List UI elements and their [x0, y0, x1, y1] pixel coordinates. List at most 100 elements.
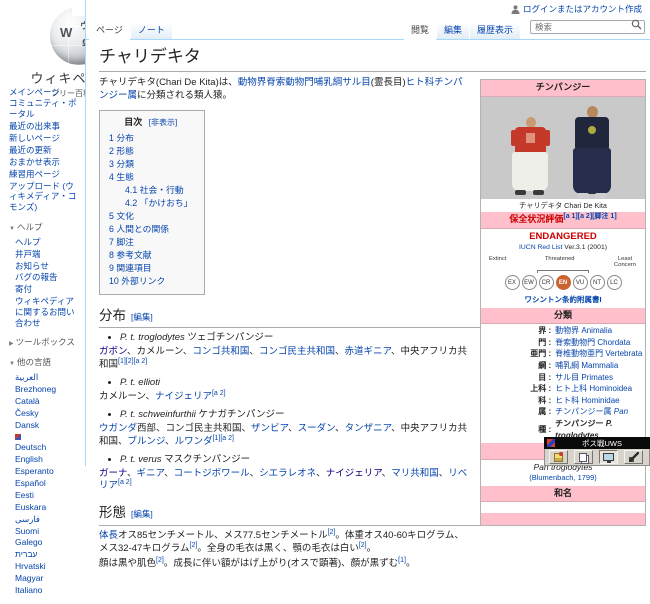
text-link[interactable]: 脊索動物門 Chordata — [555, 338, 630, 347]
sidebar-help-item[interactable]: ウィキペディアに関するお問い合わせ — [15, 296, 82, 330]
sidebar-help-item[interactable]: ヘルプ — [15, 236, 82, 248]
view-tab[interactable]: 閲覧 — [404, 19, 436, 40]
sidebar-help-item[interactable]: 井戸端 — [15, 248, 82, 260]
footnote-link[interactable]: [2] — [359, 541, 367, 548]
language-item[interactable]: Català — [15, 395, 82, 407]
toolbar-button[interactable] — [549, 450, 568, 464]
language-item[interactable]: Česky — [15, 407, 82, 419]
footnote-link[interactable]: [a 2] — [118, 479, 132, 486]
footnote-link[interactable]: [2] — [328, 529, 336, 536]
footnote-link[interactable]: [a 2] — [212, 390, 226, 397]
footnote-link[interactable]: [2] — [190, 541, 198, 548]
text-link[interactable]: マリ共和国 — [391, 468, 439, 479]
text-link[interactable]: ギニア — [137, 468, 165, 479]
sidebar-section-help[interactable]: ▼ヘルプ — [9, 222, 82, 234]
footnote-link[interactable]: [1] — [398, 557, 406, 564]
toc-item[interactable]: 3 分類 — [109, 158, 192, 171]
text-link[interactable]: コンゴ民主共和国 — [259, 346, 335, 357]
text-link[interactable]: ヒト科 — [406, 77, 435, 88]
sidebar-nav-item[interactable]: メインページ — [9, 86, 82, 98]
text-link[interactable]: ガボン — [99, 346, 127, 357]
footnote-link[interactable]: [1][a 2] — [213, 435, 234, 442]
toolbar-button[interactable] — [624, 450, 643, 464]
language-item[interactable]: فارسی — [15, 513, 82, 525]
text-link[interactable]: (Blumenbach, 1799) — [529, 473, 597, 482]
language-item[interactable]: العربية — [15, 372, 82, 384]
sidebar-nav-item[interactable]: 最近の更新 — [9, 144, 82, 156]
toc-item[interactable]: 2 形態 — [109, 145, 192, 158]
text-link[interactable]: ナイジェリア — [155, 391, 212, 402]
footnote-link[interactable]: [1][2][a 2] — [118, 358, 147, 365]
text-link[interactable]: スーダン — [298, 423, 335, 434]
language-item[interactable]: English — [15, 454, 82, 466]
language-item[interactable]: Galego — [15, 537, 82, 549]
toolbar-button[interactable] — [574, 450, 593, 464]
view-tab[interactable]: 編集 — [437, 19, 469, 40]
language-item[interactable]: Magyar — [15, 573, 82, 585]
toc-item[interactable]: 8 参考文献 — [109, 249, 192, 262]
text-link[interactable]: IUCN Red List — [519, 244, 562, 251]
text-link[interactable]: タンザニア — [345, 423, 392, 434]
toc-item[interactable]: 6 人間との関係 — [109, 223, 192, 236]
sidebar-nav-item[interactable]: コミュニティ・ポータル — [9, 98, 82, 121]
language-item[interactable]: Español — [15, 478, 82, 490]
language-item[interactable]: Brezhoneg — [15, 384, 82, 396]
sidebar-nav-item[interactable]: おまかせ表示 — [9, 156, 82, 168]
edit-section-link[interactable]: [編集] — [131, 509, 153, 519]
toc-item[interactable]: 4.2 「かけおち」 — [109, 197, 192, 210]
text-link[interactable]: 動物界 Animalia — [555, 326, 612, 335]
toc-item[interactable]: 9 関連項目 — [109, 262, 192, 275]
language-item[interactable]: Italiano — [15, 584, 82, 596]
text-link[interactable]: コンゴ共和国 — [192, 346, 249, 357]
sidebar-nav-item[interactable]: 最近の出来事 — [9, 121, 82, 133]
toolbar-button[interactable] — [599, 450, 618, 464]
text-link[interactable]: サル目 — [342, 77, 371, 88]
toc-item[interactable]: 10 外部リンク — [109, 275, 192, 288]
text-link[interactable]: ナイジェリア — [326, 468, 382, 479]
footnote-link[interactable]: [2] — [156, 557, 164, 564]
text-link[interactable]: 哺乳綱 Mammalia — [555, 361, 618, 370]
language-item[interactable]: Hrvatski — [15, 561, 82, 573]
text-link[interactable]: 脊索動物門 — [266, 77, 314, 88]
sidebar-section-languages[interactable]: ▼他の言語 — [9, 357, 82, 369]
toc-item[interactable]: 1 分布 — [109, 132, 192, 145]
text-link[interactable]: ブルンジ — [128, 436, 166, 447]
search-input[interactable] — [530, 20, 645, 34]
text-link[interactable]: ウガンダ — [99, 423, 137, 434]
text-link[interactable]: Pan — [612, 407, 628, 416]
language-item[interactable]: עברית — [15, 549, 82, 561]
edit-section-link[interactable]: [編集] — [131, 312, 153, 322]
text-link[interactable]: 体長 — [99, 530, 118, 541]
language-item[interactable]: Dansk — [15, 419, 82, 431]
language-item[interactable]: Eesti — [15, 489, 82, 501]
text-link[interactable]: 哺乳綱 — [314, 77, 343, 88]
text-link[interactable]: ルワンダ — [175, 436, 213, 447]
text-link[interactable]: チンパンジー属 — [555, 407, 611, 416]
text-link[interactable]: ヒト上科 Hominoidea — [555, 384, 632, 393]
text-link[interactable]: 赤道ギニア — [344, 346, 391, 357]
toc-item[interactable]: 4.1 社会・行動 — [109, 184, 192, 197]
sidebar-nav-item[interactable]: 練習用ページ — [9, 168, 82, 180]
namespace-tab[interactable]: ノート — [131, 19, 172, 40]
language-item[interactable]: Deutsch — [15, 431, 82, 454]
text-link[interactable]: シエラレオネ — [259, 468, 316, 479]
language-item[interactable]: Suomi — [15, 525, 82, 537]
text-link[interactable]: 脊椎動物亜門 Vertebrata — [555, 349, 642, 358]
sidebar-help-item[interactable]: 寄付 — [15, 284, 82, 296]
mini-window-titlebar[interactable]: ポス戦UWS — [544, 437, 650, 449]
footnote-link[interactable]: [a 1][a 2][脚注 1] — [563, 213, 616, 220]
sidebar-section-toolbox[interactable]: ▶ツールボックス — [9, 337, 82, 349]
text-link[interactable]: ヒト科 Hominidae — [555, 396, 619, 405]
language-item[interactable]: Euskara — [15, 501, 82, 513]
view-tab[interactable]: 履歴表示 — [470, 19, 520, 40]
text-link[interactable]: サル目 Primates — [555, 373, 613, 382]
sidebar-help-item[interactable]: お知らせ — [15, 260, 82, 272]
sidebar-nav-item[interactable]: 新しいページ — [9, 133, 82, 145]
sidebar-nav-item[interactable]: アップロード (ウィキメディア・コモンズ) — [9, 180, 82, 214]
toc-item[interactable]: 7 脚注 — [109, 236, 192, 249]
toc-item[interactable]: 5 文化 — [109, 210, 192, 223]
cites-link[interactable]: ワシントン条約附属書I — [481, 293, 645, 308]
sidebar-help-item[interactable]: バグの報告 — [15, 272, 82, 284]
text-link[interactable]: コートジボワール — [174, 468, 250, 479]
toc-item[interactable]: 4 生態 — [109, 171, 192, 184]
